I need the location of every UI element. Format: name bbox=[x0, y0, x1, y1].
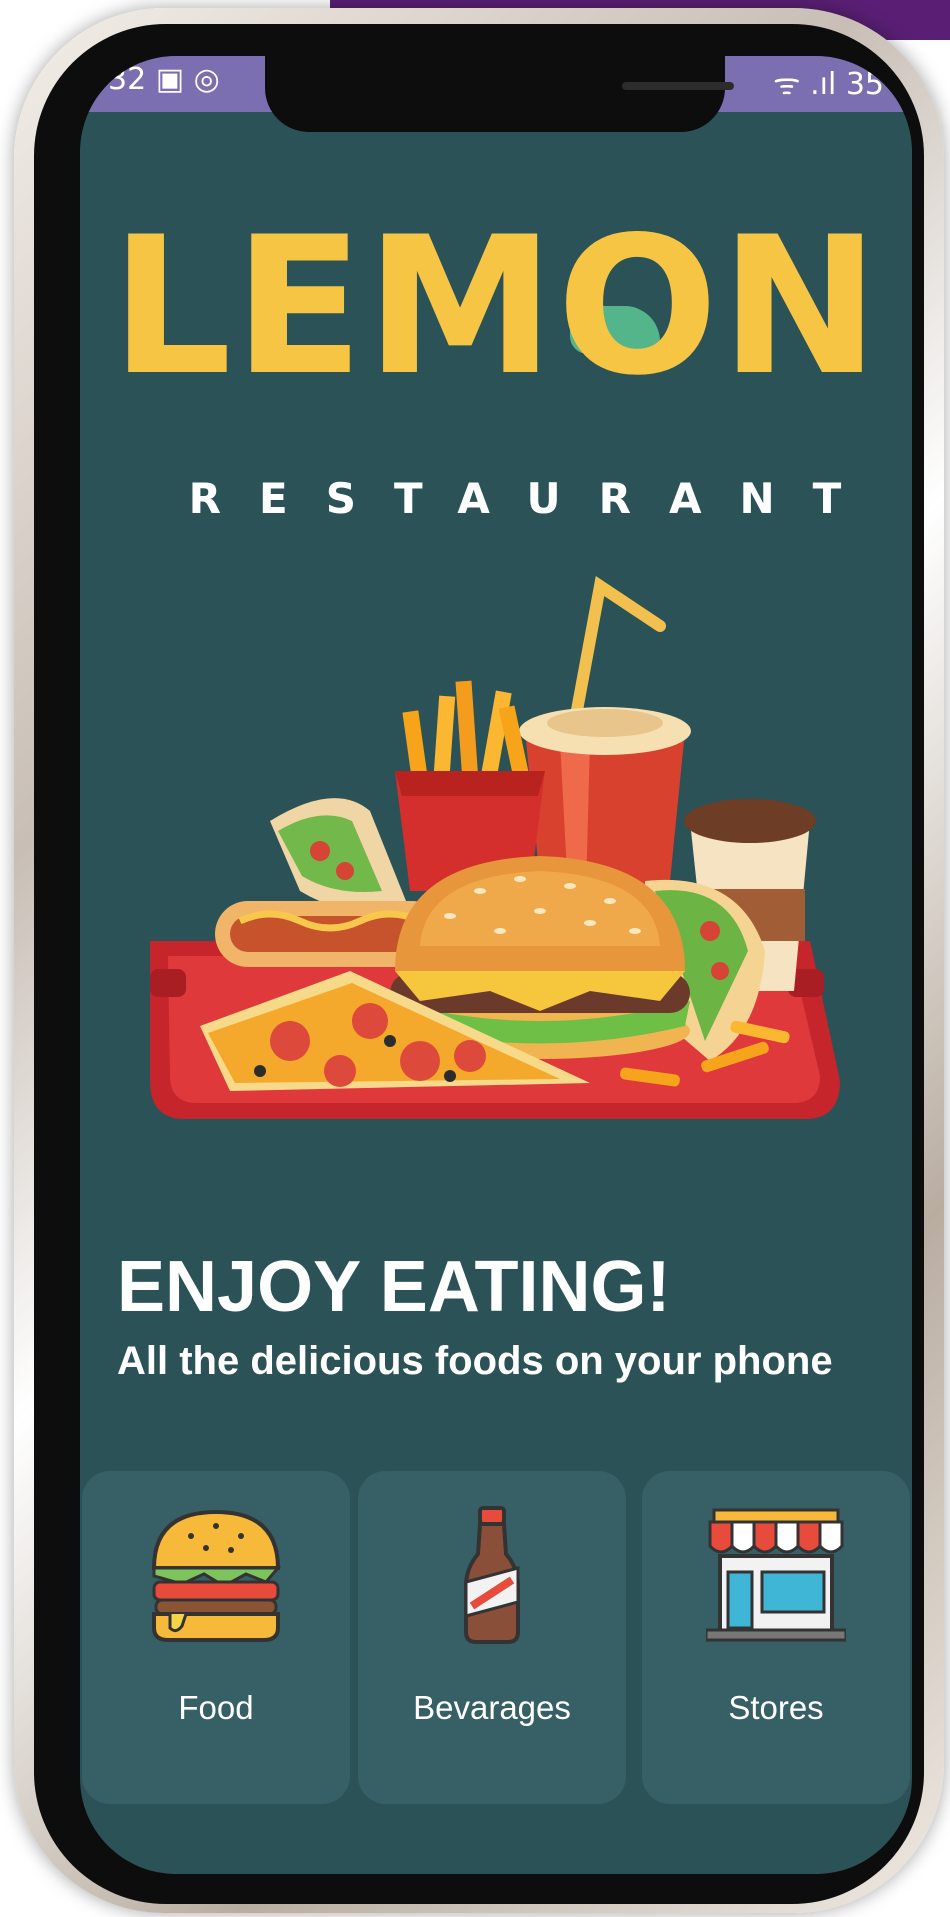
category-label-beverages: Bevarages bbox=[413, 1689, 571, 1726]
hero-headline: ENJOY EATING! bbox=[117, 1247, 671, 1327]
soda-bottle-icon bbox=[464, 1506, 520, 1644]
camera-notch bbox=[265, 56, 734, 132]
category-label-stores: Stores bbox=[728, 1689, 824, 1726]
logo-title: LEMON bbox=[110, 196, 882, 417]
app-screen: 32 ▣ ◎ ᯤ .ıl 35 LEMON RESTAURANT ENJOY E… bbox=[80, 56, 912, 1874]
fast-food-tray-illustration bbox=[150, 575, 840, 1119]
status-right: ᯤ .ıl 35 bbox=[773, 67, 884, 102]
storefront-icon bbox=[706, 1508, 846, 1642]
logo-subtitle: RESTAURANT bbox=[188, 474, 880, 523]
speaker-icon bbox=[622, 82, 734, 90]
hero-subline: All the delicious foods on your phone bbox=[117, 1339, 833, 1383]
category-list: Food Bevarages Stores bbox=[80, 1471, 912, 1806]
category-card-food[interactable]: Food bbox=[82, 1471, 350, 1804]
burger-icon bbox=[151, 1509, 282, 1642]
status-left: 32 ▣ ◎ bbox=[108, 62, 220, 97]
app-logo: LEMON RESTAURANT bbox=[80, 196, 912, 523]
category-card-stores[interactable]: Stores bbox=[642, 1471, 910, 1804]
category-label-food: Food bbox=[178, 1689, 254, 1726]
category-card-beverages[interactable]: Bevarages bbox=[358, 1471, 626, 1804]
